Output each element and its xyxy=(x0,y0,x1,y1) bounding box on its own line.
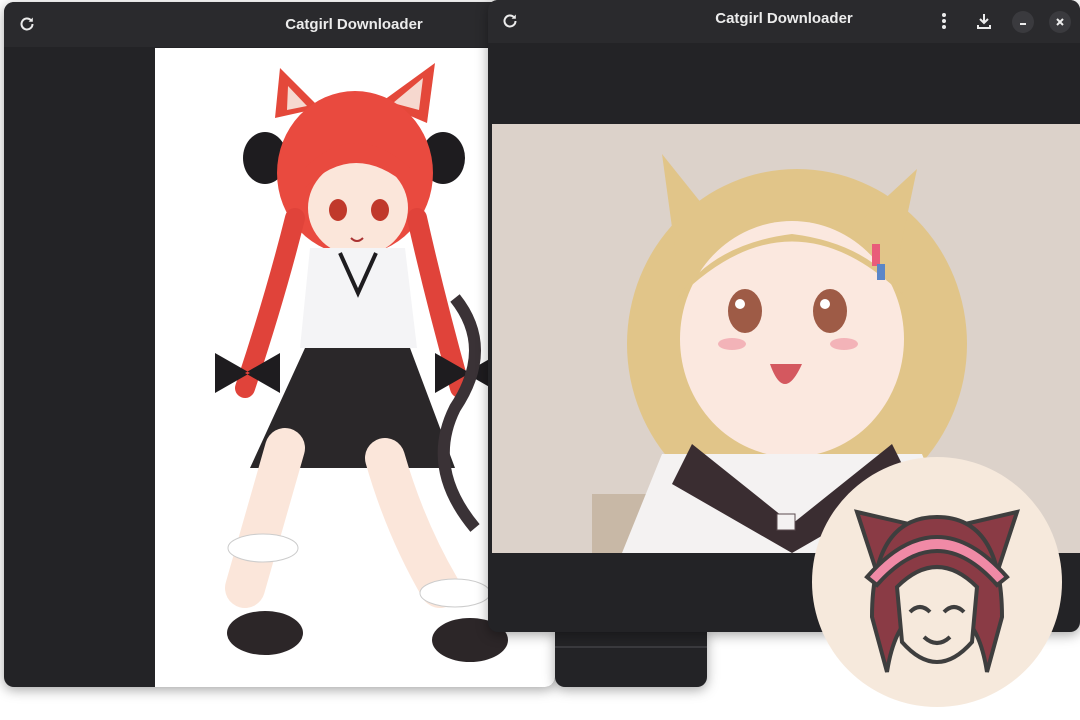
window-title: Catgirl Downloader xyxy=(285,16,423,33)
app-icon xyxy=(812,457,1062,707)
sliver-divider xyxy=(555,646,707,648)
back-window: Catgirl Downloader xyxy=(4,2,555,687)
menu-button[interactable] xyxy=(931,8,957,34)
minimize-button[interactable] xyxy=(1012,11,1034,33)
download-icon xyxy=(977,14,991,29)
front-window-titlebar[interactable]: Catgirl Downloader xyxy=(488,0,1080,43)
refresh-button[interactable] xyxy=(497,8,523,34)
refresh-button[interactable] xyxy=(14,11,40,37)
refresh-icon xyxy=(20,17,34,31)
menu-icon xyxy=(942,13,946,29)
download-button[interactable] xyxy=(971,8,997,34)
close-button[interactable] xyxy=(1049,11,1071,33)
refresh-icon xyxy=(503,14,517,28)
background-window-sliver xyxy=(555,630,707,687)
back-window-titlebar[interactable]: Catgirl Downloader xyxy=(4,2,555,47)
close-icon xyxy=(1056,18,1064,26)
minimize-icon xyxy=(1020,23,1026,25)
